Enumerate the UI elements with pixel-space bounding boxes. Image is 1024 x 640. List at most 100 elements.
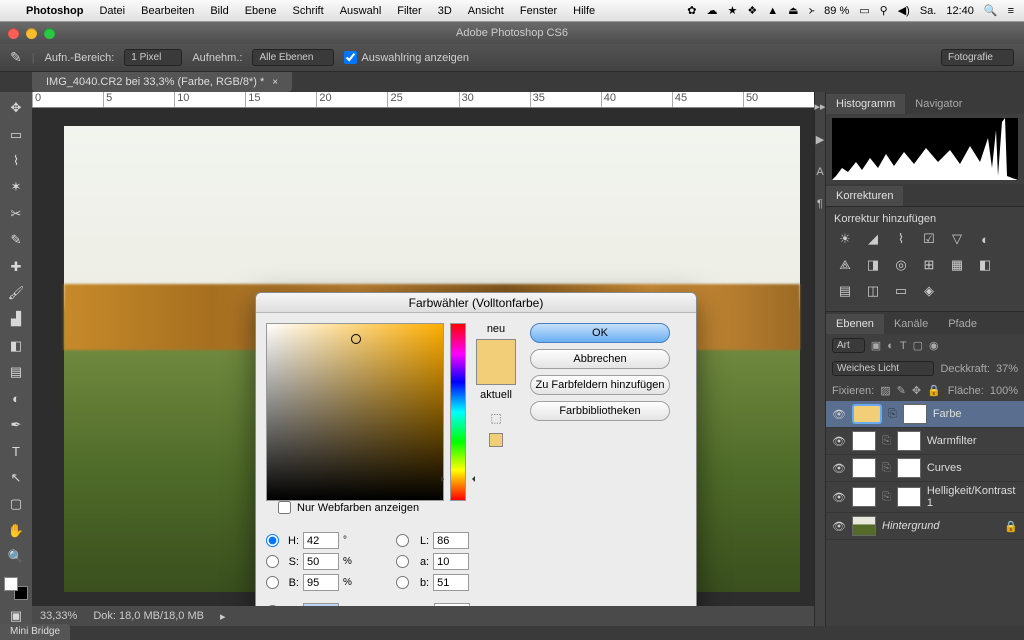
menu-ebene[interactable]: Ebene xyxy=(245,5,277,17)
photo-filter-icon[interactable]: ◎ xyxy=(892,257,910,273)
status-icon[interactable]: ★ xyxy=(728,4,738,17)
color-cursor-icon[interactable] xyxy=(351,334,361,344)
brightness-icon[interactable]: ☀ xyxy=(836,231,854,247)
zoom-window-icon[interactable] xyxy=(44,28,55,39)
layer-mask[interactable] xyxy=(897,487,921,507)
menu-bild[interactable]: Bild xyxy=(210,5,228,17)
websafe-swatch[interactable] xyxy=(489,433,503,447)
ok-button[interactable]: OK xyxy=(530,323,670,343)
opacity-value[interactable]: 37% xyxy=(996,363,1018,375)
balance-icon[interactable]: ⟁ xyxy=(836,257,854,273)
stamp-tool[interactable]: ▟ xyxy=(5,309,27,329)
c-field[interactable] xyxy=(434,603,470,606)
status-icon[interactable]: ✿ xyxy=(687,4,696,17)
l-radio[interactable] xyxy=(396,534,409,547)
posterize-icon[interactable]: ▤ xyxy=(836,283,854,299)
visibility-icon[interactable]: 👁 xyxy=(832,408,846,421)
wifi-icon[interactable]: ⚲ xyxy=(880,4,888,17)
layer-mask[interactable] xyxy=(897,431,921,451)
filter-icon[interactable]: ◉ xyxy=(929,339,939,352)
lock-icon[interactable]: 🔒 xyxy=(927,384,941,397)
mixer-icon[interactable]: ⊞ xyxy=(920,257,938,273)
filter-icon[interactable]: ▢ xyxy=(913,339,923,352)
chevron-right-icon[interactable]: ▸ xyxy=(220,610,226,623)
layer-thumb[interactable] xyxy=(852,516,876,536)
clock-time[interactable]: 12:40 xyxy=(946,5,974,17)
lookup-icon[interactable]: ▦ xyxy=(948,257,966,273)
collapsed-panel-icon[interactable]: A xyxy=(816,166,823,178)
invert-icon[interactable]: ◧ xyxy=(976,257,994,273)
battery-icon[interactable]: ▭ xyxy=(859,4,869,17)
s-field[interactable] xyxy=(303,553,339,570)
tab-kanale[interactable]: Kanäle xyxy=(884,314,938,334)
quick-select-tool[interactable]: ✶ xyxy=(5,177,27,197)
lock-icon[interactable]: ▨ xyxy=(880,384,890,397)
cube-icon[interactable]: ⬚ xyxy=(490,411,501,425)
path-tool[interactable]: ↖ xyxy=(5,468,27,488)
vibrance-icon[interactable]: ▽ xyxy=(948,231,966,247)
crop-tool[interactable]: ✂ xyxy=(5,204,27,224)
r-radio[interactable] xyxy=(266,605,279,606)
filter-icon[interactable]: T xyxy=(900,340,907,352)
tab-ebenen[interactable]: Ebenen xyxy=(826,314,884,334)
fg-bg-swatch[interactable] xyxy=(4,577,28,599)
menu-filter[interactable]: Filter xyxy=(397,5,421,17)
menu-datei[interactable]: Datei xyxy=(99,5,125,17)
b-radio[interactable] xyxy=(396,576,409,589)
layer-row[interactable]: 👁⎘Warmfilter xyxy=(826,428,1024,455)
show-ring-checkbox[interactable]: Auswahlring anzeigen xyxy=(344,51,469,64)
doc-size[interactable]: Dok: 18,0 MB/18,0 MB xyxy=(93,610,204,622)
pen-tool[interactable]: ✒ xyxy=(5,415,27,435)
filter-icon[interactable]: ◐ xyxy=(887,340,894,352)
menu-hilfe[interactable]: Hilfe xyxy=(573,5,595,17)
menu-bearbeiten[interactable]: Bearbeiten xyxy=(141,5,194,17)
a-radio[interactable] xyxy=(396,555,409,568)
hue-icon[interactable]: ◐ xyxy=(976,231,994,247)
eyedropper-tool[interactable]: ✎ xyxy=(5,230,27,250)
fill-value[interactable]: 100% xyxy=(990,385,1018,397)
type-tool[interactable]: T xyxy=(5,441,27,461)
l-field[interactable] xyxy=(433,532,469,549)
app-name-menu[interactable]: Photoshop xyxy=(26,5,83,17)
filter-icon[interactable]: ▣ xyxy=(871,339,881,352)
spotlight-icon[interactable]: 🔍 xyxy=(984,4,998,17)
layer-thumb[interactable] xyxy=(852,431,876,451)
layer-thumb[interactable] xyxy=(852,404,882,424)
eraser-tool[interactable]: ◧ xyxy=(5,336,27,356)
blend-mode-select[interactable]: Weiches Licht xyxy=(832,361,934,376)
gradient-tool[interactable]: ▤ xyxy=(5,362,27,382)
document-tab[interactable]: IMG_4040.CR2 bei 33,3% (Farbe, RGB/8*) *… xyxy=(32,72,292,92)
tab-histogram[interactable]: Histogramm xyxy=(826,94,905,114)
battery-text[interactable]: 89 % xyxy=(824,5,849,17)
layer-row[interactable]: 👁⎘Farbe xyxy=(826,401,1024,428)
menu-ansicht[interactable]: Ansicht xyxy=(468,5,504,17)
color-libraries-button[interactable]: Farbbibliotheken xyxy=(530,401,670,421)
gradient-map-icon[interactable]: ▭ xyxy=(892,283,910,299)
marquee-tool[interactable]: ▭ xyxy=(5,124,27,144)
h-field[interactable] xyxy=(303,532,339,549)
heal-tool[interactable]: ✚ xyxy=(5,256,27,276)
brush-tool[interactable]: 🖌 xyxy=(5,283,27,303)
add-swatches-button[interactable]: Zu Farbfeldern hinzufügen xyxy=(530,375,670,395)
web-only-checkbox[interactable]: Nur Webfarben anzeigen xyxy=(266,501,520,522)
color-field[interactable] xyxy=(266,323,444,501)
visibility-icon[interactable]: 👁 xyxy=(832,462,846,475)
menu-schrift[interactable]: Schrift xyxy=(293,5,324,17)
selective-icon[interactable]: ◈ xyxy=(920,283,938,299)
zoom-level[interactable]: 33,33% xyxy=(40,610,77,622)
filter-type-select[interactable]: Art xyxy=(832,338,865,353)
sample-layers-select[interactable]: Alle Ebenen xyxy=(252,49,334,66)
layer-mask[interactable] xyxy=(903,404,927,424)
window-controls[interactable] xyxy=(8,28,55,39)
b-field[interactable] xyxy=(433,574,469,591)
clock-day[interactable]: Sa. xyxy=(920,5,937,17)
threshold-icon[interactable]: ◫ xyxy=(864,283,882,299)
bv-field[interactable] xyxy=(303,574,339,591)
menu-fenster[interactable]: Fenster xyxy=(520,5,557,17)
collapsed-panel-icon[interactable]: ▶ xyxy=(816,133,824,146)
status-icon[interactable]: ⏏ xyxy=(788,4,798,17)
layer-thumb[interactable] xyxy=(852,487,876,507)
move-tool[interactable]: ✥ xyxy=(5,98,27,118)
tab-navigator[interactable]: Navigator xyxy=(905,94,972,114)
menu-auswahl[interactable]: Auswahl xyxy=(340,5,382,17)
